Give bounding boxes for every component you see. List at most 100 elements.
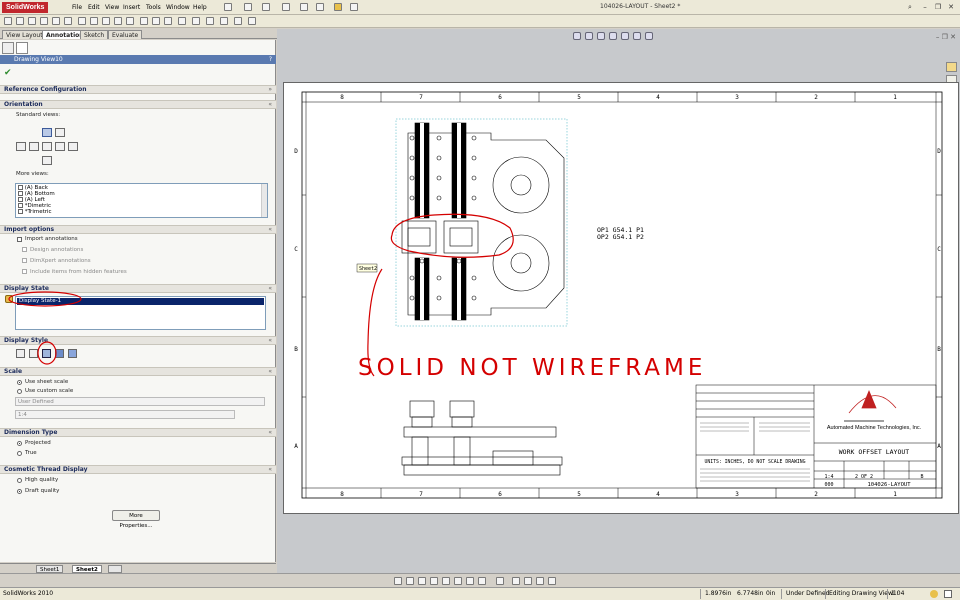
menu-help[interactable]: Help: [193, 4, 207, 11]
list-item[interactable]: Display State-1: [17, 298, 264, 305]
sheet-tab-1[interactable]: Sheet1: [36, 565, 64, 573]
zoom-area-icon[interactable]: [406, 577, 414, 585]
minimize-icon[interactable]: –: [936, 33, 940, 41]
redraw-icon[interactable]: [496, 577, 504, 585]
display-state-list[interactable]: Display State-1: [15, 296, 266, 330]
centerline-icon[interactable]: [206, 17, 214, 25]
sheet-scale[interactable]: 1 : 4: [891, 588, 904, 600]
help-icon[interactable]: [944, 590, 952, 598]
smart-dimension-icon[interactable]: [4, 17, 12, 25]
traffic-light-icon[interactable]: [334, 3, 342, 11]
shadows-icon[interactable]: [536, 577, 544, 585]
hide-show-icon[interactable]: [645, 32, 653, 40]
close-icon[interactable]: ✕: [950, 33, 956, 41]
3d-view-icon[interactable]: [478, 577, 486, 585]
print-icon[interactable]: [282, 3, 290, 11]
top-view-icon[interactable]: [29, 142, 39, 151]
display-style-icon[interactable]: [633, 32, 641, 40]
zoom-to-fit-icon[interactable]: [573, 32, 581, 40]
property-manager-tab-icon[interactable]: [16, 42, 28, 54]
more-properties-button[interactable]: More Properties...: [112, 510, 160, 529]
menu-tools[interactable]: Tools: [146, 4, 161, 11]
section-scale[interactable]: Scale «: [0, 367, 276, 376]
previous-view-icon[interactable]: [597, 32, 605, 40]
zoom-in-out-icon[interactable]: [418, 577, 426, 585]
tab-view-layout[interactable]: View Layout: [2, 30, 47, 39]
left-view-icon[interactable]: [16, 142, 26, 151]
collapse-icon[interactable]: «: [268, 337, 272, 345]
help-icon[interactable]: ?: [269, 55, 272, 64]
perspective-icon[interactable]: [548, 577, 556, 585]
spell-check-icon[interactable]: [28, 17, 36, 25]
rotate-icon[interactable]: [442, 577, 450, 585]
zoom-to-area-icon[interactable]: [585, 32, 593, 40]
scrollbar[interactable]: [261, 184, 267, 217]
expand-icon[interactable]: »: [268, 86, 272, 94]
restore-icon[interactable]: ❐: [942, 33, 948, 41]
isometric-view-icon[interactable]: [55, 128, 65, 137]
rebuild-icon[interactable]: [930, 590, 938, 598]
save-icon[interactable]: [262, 3, 270, 11]
shaded-icon[interactable]: [68, 349, 77, 358]
zoom-selection-icon[interactable]: [430, 577, 438, 585]
surface-finish-icon[interactable]: [102, 17, 110, 25]
search-icon[interactable]: ⌕: [905, 3, 915, 12]
section-view-icon[interactable]: [609, 32, 617, 40]
zoom-fit-icon[interactable]: [394, 577, 402, 585]
section-cosmetic-thread[interactable]: Cosmetic Thread Display «: [0, 465, 276, 474]
section-dimension-type[interactable]: Dimension Type «: [0, 428, 276, 437]
dimxpert-annotations-checkbox[interactable]: [22, 258, 27, 263]
normal-to-view-icon[interactable]: [42, 156, 52, 165]
datum-feature-icon[interactable]: [152, 17, 160, 25]
collapse-icon[interactable]: «: [268, 466, 272, 474]
balloon-icon[interactable]: [78, 17, 86, 25]
undo-icon[interactable]: [300, 3, 308, 11]
datum-target-icon[interactable]: [164, 17, 172, 25]
auto-balloon-icon[interactable]: [90, 17, 98, 25]
shaded-with-edges-icon[interactable]: [55, 349, 64, 358]
use-sheet-scale-radio[interactable]: [17, 380, 22, 385]
menu-insert[interactable]: Insert: [123, 4, 140, 11]
section-display-state[interactable]: Display State «: [0, 284, 276, 293]
format-painter-icon[interactable]: [40, 17, 48, 25]
tab-sketch[interactable]: Sketch: [80, 30, 109, 39]
true-radio[interactable]: [17, 451, 22, 456]
custom-scale-input[interactable]: 1:4: [15, 410, 235, 419]
linear-pattern-icon[interactable]: [64, 17, 72, 25]
resources-icon[interactable]: [946, 62, 957, 72]
open-icon[interactable]: [244, 3, 252, 11]
include-hidden-checkbox[interactable]: [22, 269, 27, 274]
draft-quality-radio[interactable]: [17, 489, 22, 494]
section-orientation[interactable]: Orientation «: [0, 100, 276, 109]
collapse-icon[interactable]: «: [268, 368, 272, 376]
collapse-icon[interactable]: «: [268, 429, 272, 437]
new-document-icon[interactable]: [224, 3, 232, 11]
collapse-icon[interactable]: «: [268, 101, 272, 109]
wireframe-style-icon[interactable]: [16, 349, 25, 358]
select-icon[interactable]: [316, 3, 324, 11]
custom-scale-select[interactable]: User Defined: [15, 397, 265, 406]
projected-radio[interactable]: [17, 441, 22, 446]
restore-icon[interactable]: ❐: [933, 3, 943, 12]
hidden-lines-visible-icon[interactable]: [29, 349, 38, 358]
menu-file[interactable]: File: [72, 4, 82, 11]
note-icon[interactable]: [52, 17, 60, 25]
add-sheet-icon[interactable]: [108, 565, 122, 573]
revision-cloud-icon[interactable]: [234, 17, 242, 25]
design-annotations-checkbox[interactable]: [22, 247, 27, 252]
menu-edit[interactable]: Edit: [88, 4, 100, 11]
section-display-style[interactable]: Display Style «: [0, 336, 276, 345]
tab-evaluate[interactable]: Evaluate: [108, 30, 143, 39]
view-settings-icon[interactable]: [524, 577, 532, 585]
section-reference-configuration[interactable]: Reference Configuration »: [0, 85, 276, 94]
hole-callout-icon[interactable]: [126, 17, 134, 25]
drawing-sheet[interactable]: 87654321 87654321 DCBA DCBA OP1 G54.1 P1…: [283, 82, 959, 514]
collapse-icon[interactable]: «: [268, 285, 272, 293]
right-view-icon[interactable]: [42, 142, 52, 151]
section-import-options[interactable]: Import options «: [0, 225, 276, 234]
close-icon[interactable]: ✕: [946, 3, 956, 12]
menu-view[interactable]: View: [105, 4, 119, 11]
weld-symbol-icon[interactable]: [114, 17, 122, 25]
bottom-view-icon[interactable]: [55, 142, 65, 151]
pan-icon[interactable]: [454, 577, 462, 585]
